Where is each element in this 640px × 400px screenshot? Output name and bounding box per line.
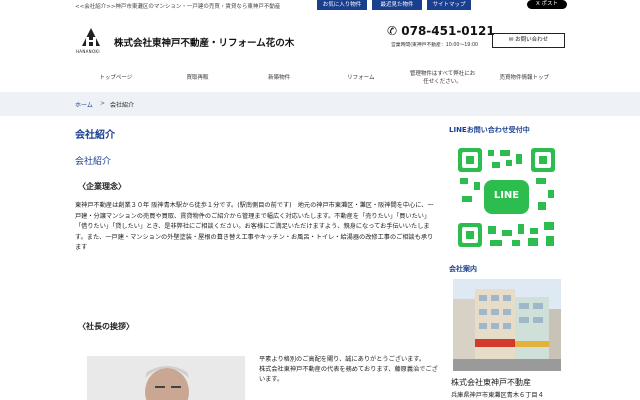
philosophy-heading: 〈企業理念〉 [78, 182, 126, 191]
logo[interactable]: HANANOKI [76, 24, 104, 56]
site-title[interactable]: 株式会社東神戸不動産・リフォーム花の木 [114, 35, 294, 49]
company-name: 株式会社東神戸不動産 [451, 378, 531, 387]
nav-buyback[interactable]: 買取再販 [157, 67, 239, 89]
president-heading: 〈社長の挨拶〉 [78, 322, 134, 331]
breadcrumb-home[interactable]: ホーム [75, 100, 93, 109]
president-photo [87, 356, 245, 400]
company-info-heading: 会社案内 [449, 265, 477, 273]
breadcrumb-separator: > [100, 100, 106, 107]
office-photo [453, 279, 561, 371]
phone-number: ✆ 078-451-0121 [387, 24, 495, 38]
sitemap-button[interactable]: サイトマップ [427, 0, 471, 10]
business-hours: 営業時間(東神戸不動産：10:00〜19:00 [391, 43, 479, 48]
section-subtitle: 会社紹介 [75, 157, 112, 167]
mail-icon: ✉ [508, 37, 514, 43]
recent-button[interactable]: 最近見た物件 [372, 0, 422, 10]
nav-reform[interactable]: リフォーム [320, 67, 402, 89]
favorites-button[interactable]: お気に入り物件 [317, 0, 367, 10]
philosophy-text: 東神戸不動産は創業３０年 阪神青木駅から徒歩１分です。(駅南側目の前です) 地元… [75, 202, 434, 251]
x-post-button[interactable]: X ポスト [527, 0, 567, 9]
nav-management[interactable]: 管理物件はすべて弊社にお任せください。 [402, 67, 484, 89]
nav-top[interactable]: トップページ [75, 67, 157, 89]
line-heading: LINEお問い合わせ受付中 [449, 126, 530, 134]
company-address: 兵庫県神戸市東灘区青木６丁目４ [451, 392, 544, 399]
page-title: 会社紹介 [75, 130, 115, 141]
breadcrumb: ホーム > 会社紹介 [0, 92, 640, 116]
line-qr-code[interactable]: LINE [456, 146, 557, 249]
nav-sales[interactable]: 売買物件情報トップ [483, 67, 565, 89]
global-nav: トップページ 買取再販 新築物件 リフォーム 管理物件はすべて弊社にお任せくださ… [75, 67, 565, 89]
breadcrumb-current: 会社紹介 [110, 102, 135, 109]
logo-text: HANANOKI [76, 49, 100, 54]
nav-new-properties[interactable]: 新築物件 [238, 67, 320, 89]
line-logo-text: LINE [493, 190, 520, 201]
top-tagline: <<会社紹介>>神戸市東灘区のマンション・一戸建の売買・賃貸なら東神戸不動産 [75, 4, 281, 10]
phone-icon: ✆ [387, 24, 398, 38]
greeting-text: 平素より格別のご高配を賜り、誠にありがとうございます。 株式会社東神戸不動産の代… [259, 356, 438, 383]
contact-button[interactable]: ✉ お問い合わせ [492, 33, 565, 48]
